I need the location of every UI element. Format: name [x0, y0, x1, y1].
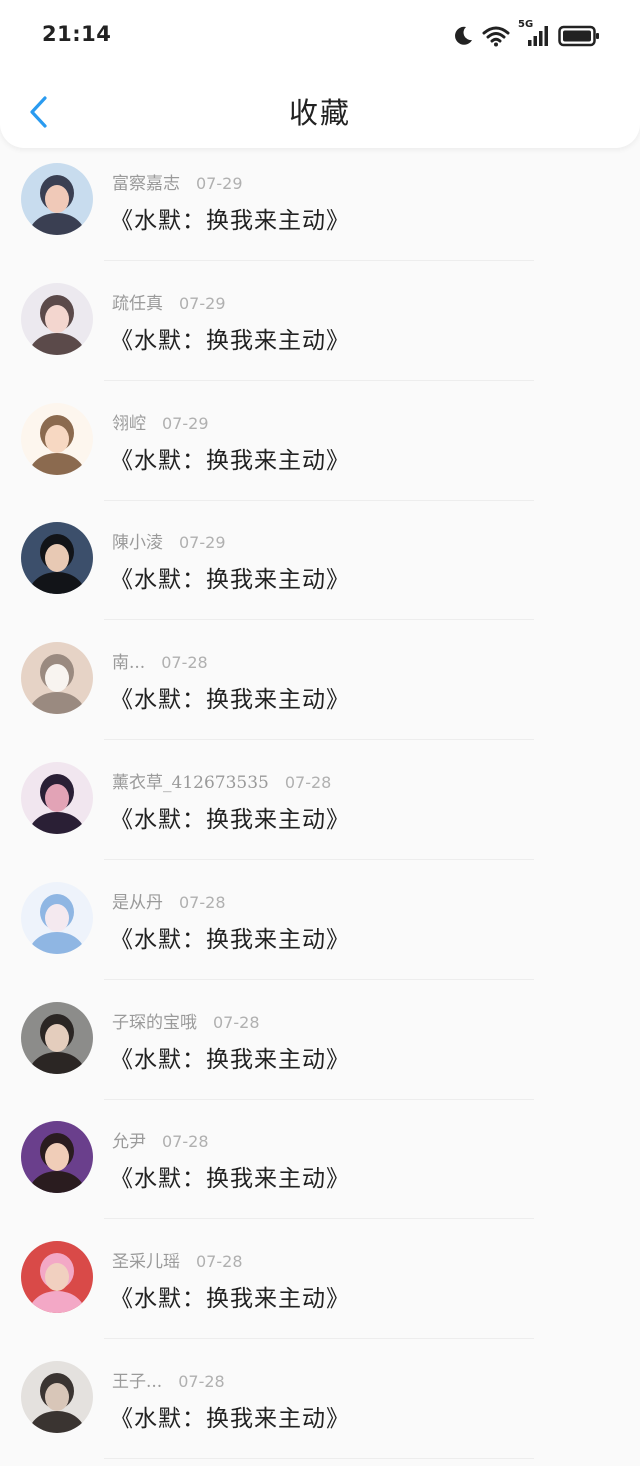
- item-title[interactable]: 《水默：换我来主动》: [110, 1159, 350, 1193]
- item-meta: 是从丹 07-28: [112, 888, 226, 914]
- item-meta: 翎崆 07-29: [112, 409, 209, 435]
- divider: [104, 260, 534, 261]
- 5g-signal-icon: 5G: [518, 19, 550, 47]
- item-meta: 薰衣草_412673535 07-28: [112, 768, 331, 794]
- user-name[interactable]: 翎崆: [112, 414, 146, 434]
- avatar[interactable]: [21, 1360, 93, 1433]
- list-item[interactable]: 陳小淩 07-29 《水默：换我来主动》: [0, 507, 640, 627]
- divider: [104, 1098, 534, 1100]
- item-date: 07-28: [161, 653, 208, 673]
- list-item[interactable]: 南... 07-28 《水默：换我来主动》: [0, 627, 640, 747]
- divider: [104, 379, 534, 381]
- divider: [104, 1457, 534, 1459]
- item-date: 07-29: [179, 293, 226, 313]
- item-title[interactable]: 《水默：换我来主动》: [110, 800, 350, 834]
- item-title[interactable]: 《水默：换我来主动》: [110, 560, 350, 594]
- item-title[interactable]: 《水默：换我来主动》: [110, 920, 350, 954]
- item-date: 07-28: [162, 1132, 209, 1152]
- item-meta: 王子... 07-28: [112, 1367, 225, 1393]
- list-item[interactable]: 子琛的宝哦 07-28 《水默：换我来主动》: [0, 987, 640, 1107]
- divider: [104, 619, 534, 621]
- avatar[interactable]: [21, 642, 93, 715]
- item-date: 07-28: [213, 1012, 260, 1032]
- item-meta: 子琛的宝哦 07-28: [112, 1008, 260, 1034]
- header: 21:14 5G 收藏: [0, 0, 640, 148]
- user-name[interactable]: 薰衣草_412673535: [112, 773, 269, 793]
- user-name[interactable]: 富察嘉志: [112, 174, 180, 194]
- avatar[interactable]: [21, 881, 93, 954]
- item-date: 07-28: [178, 1371, 225, 1391]
- user-name[interactable]: 陳小淩: [112, 533, 163, 553]
- wifi-icon: [482, 25, 510, 47]
- avatar[interactable]: [21, 761, 93, 834]
- item-meta: 允尹 07-28: [112, 1127, 209, 1153]
- avatar[interactable]: [21, 1241, 93, 1314]
- avatar[interactable]: [21, 282, 93, 355]
- avatar[interactable]: [21, 1121, 93, 1194]
- divider: [104, 1218, 534, 1220]
- item-date: 07-29: [162, 413, 209, 433]
- user-name[interactable]: 是从丹: [112, 893, 163, 913]
- network-label: 5G: [518, 19, 534, 30]
- item-meta: 圣采儿瑶 07-28: [112, 1247, 243, 1273]
- list-item[interactable]: 王子... 07-28 《水默：换我来主动》: [0, 1346, 640, 1466]
- user-name[interactable]: 子琛的宝哦: [112, 1013, 197, 1033]
- item-title[interactable]: 《水默：换我来主动》: [110, 1040, 350, 1074]
- list-item[interactable]: 是从丹 07-28 《水默：换我来主动》: [0, 867, 640, 987]
- user-name[interactable]: 南...: [112, 653, 145, 673]
- item-date: 07-28: [284, 772, 332, 792]
- item-date: 07-29: [196, 174, 243, 193]
- item-date: 07-28: [196, 1252, 243, 1272]
- status-time: 21:14: [42, 22, 112, 46]
- item-meta: 疏任真 07-29: [112, 289, 226, 315]
- item-date: 07-29: [179, 533, 226, 553]
- item-title[interactable]: 《水默：换我来主动》: [110, 1279, 350, 1313]
- list-item[interactable]: 薰衣草_412673535 07-28 《水默：换我来主动》: [0, 747, 640, 867]
- nav-bar: 收藏: [0, 80, 640, 144]
- list-item[interactable]: 疏任真 07-29 《水默：换我来主动》: [0, 268, 640, 388]
- avatar[interactable]: [21, 522, 93, 595]
- list-item[interactable]: 圣采儿瑶 07-28 《水默：换我来主动》: [0, 1226, 640, 1346]
- battery-icon: [558, 25, 600, 47]
- list-item[interactable]: 翎崆 07-29 《水默：换我来主动》: [0, 388, 640, 508]
- user-name[interactable]: 允尹: [112, 1132, 146, 1152]
- divider: [104, 858, 534, 860]
- item-title[interactable]: 《水默：换我来主动》: [110, 1399, 350, 1433]
- item-date: 07-28: [179, 892, 226, 912]
- status-bar: 21:14 5G: [0, 0, 640, 72]
- status-icons: 5G: [452, 19, 600, 50]
- user-name[interactable]: 圣采儿瑶: [112, 1252, 180, 1272]
- item-meta: 南... 07-28: [112, 648, 208, 674]
- item-title[interactable]: 《水默：换我来主动》: [110, 680, 350, 714]
- divider: [104, 1338, 534, 1340]
- item-meta: 陳小淩 07-29: [112, 528, 226, 554]
- avatar[interactable]: [21, 402, 93, 475]
- user-name[interactable]: 王子...: [112, 1372, 162, 1392]
- item-title[interactable]: 《水默：换我来主动》: [110, 201, 350, 235]
- divider: [104, 499, 534, 501]
- list-item[interactable]: 允尹 07-28 《水默：换我来主动》: [0, 1106, 640, 1226]
- list-item[interactable]: 富察嘉志 07-29 《水默：换我来主动》: [0, 148, 640, 268]
- user-name[interactable]: 疏任真: [112, 294, 163, 314]
- item-title[interactable]: 《水默：换我来主动》: [110, 441, 350, 475]
- item-title[interactable]: 《水默：换我来主动》: [110, 321, 350, 355]
- divider: [104, 739, 534, 741]
- moon-icon: [452, 25, 474, 47]
- avatar[interactable]: [21, 1001, 93, 1074]
- item-meta: 富察嘉志 07-29: [112, 169, 243, 195]
- divider: [104, 978, 534, 980]
- page-title: 收藏: [288, 96, 351, 130]
- favorites-list: 富察嘉志 07-29 《水默：换我来主动》 疏任真 07-29 《水默：换我来主动》 翎崆 0…: [0, 148, 640, 1466]
- avatar[interactable]: [21, 163, 93, 235]
